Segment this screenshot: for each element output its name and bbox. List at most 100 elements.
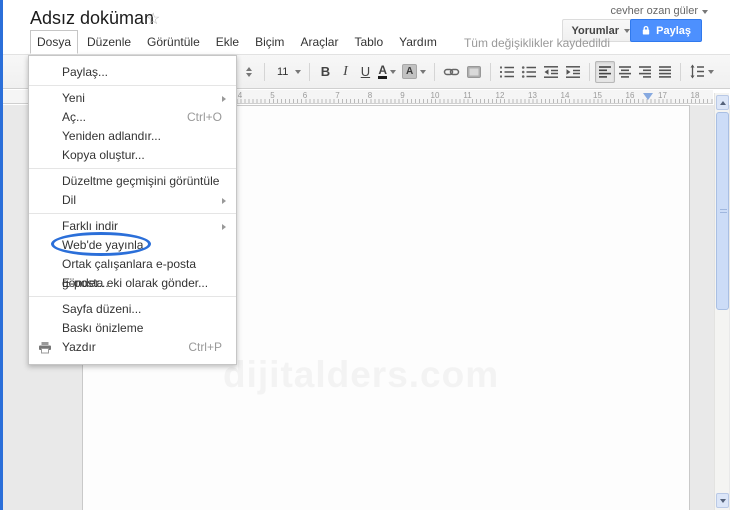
- file-menu-item-ortak-calisanlara-e-posta-gonder[interactable]: Ortak çalışanlara e-posta gönder...: [29, 255, 236, 290]
- star-icon[interactable]: ☆: [146, 9, 160, 29]
- menubar-item-araclar[interactable]: Araçlar: [293, 30, 345, 54]
- chevron-down-icon: [702, 10, 708, 14]
- file-menu-item-web-de-yayinla[interactable]: Web'de yayınla: [29, 232, 236, 256]
- account-name: cevher ozan güler: [610, 5, 698, 17]
- menubar-item-goruntule[interactable]: Görüntüle: [140, 30, 207, 54]
- file-menu-item-ac[interactable]: Aç... Ctrl+O: [29, 108, 236, 127]
- ruler-number: 10: [430, 91, 440, 100]
- ruler-number: 13: [528, 91, 537, 100]
- decrease-indent-button[interactable]: [540, 61, 562, 83]
- menu-separator: [29, 296, 236, 297]
- file-menu-item-label: E-posta eki olarak gönder...: [62, 276, 209, 290]
- link-icon: [443, 68, 460, 75]
- ruler-number: 5: [270, 91, 275, 100]
- numbered-list-button[interactable]: [496, 61, 518, 83]
- scroll-down-button[interactable]: [716, 493, 729, 508]
- chevron-down-icon: [708, 69, 715, 74]
- document-title[interactable]: Adsız doküman: [30, 8, 154, 29]
- menu-separator: [29, 85, 236, 86]
- bulleted-list-button[interactable]: [518, 61, 540, 83]
- google-docs-window: Adsız doküman ☆ cevher ozan güler Yoruml…: [0, 0, 730, 510]
- align-right-button[interactable]: [635, 61, 655, 83]
- submenu-arrow-icon: [222, 198, 226, 204]
- file-menu-item-label: Kopya oluştur...: [62, 148, 145, 162]
- file-menu-item-label: Düzeltme geçmişini görüntüle: [62, 174, 220, 188]
- menubar-item-bicim[interactable]: Biçim: [248, 30, 291, 54]
- toolbar-divider: [490, 62, 492, 81]
- file-menu-item-label: Paylaş...: [62, 65, 109, 79]
- insert-image-button[interactable]: [463, 61, 485, 83]
- underline-button[interactable]: U: [355, 61, 375, 83]
- italic-button[interactable]: I: [335, 61, 355, 83]
- menubar-item-tablo[interactable]: Tablo: [347, 30, 390, 54]
- chevron-up-icon: [246, 66, 252, 71]
- file-menu-item-label: Sayfa düzeni...: [62, 302, 142, 316]
- highlight-icon: A: [402, 64, 418, 79]
- file-menu-item-duzeltme-gecmisini-goruntule[interactable]: Düzeltme geçmişini görüntüle: [29, 172, 236, 191]
- scrollbar-grip: [720, 209, 727, 210]
- bold-button[interactable]: B: [315, 61, 335, 83]
- menubar-item-yardim[interactable]: Yardım: [392, 30, 444, 54]
- file-menu-item-label: Yeniden adlandır...: [62, 129, 161, 143]
- align-left-button[interactable]: [595, 60, 616, 83]
- screenshot-edge-strip: [0, 0, 3, 510]
- increase-indent-button[interactable]: [562, 61, 584, 83]
- align-left-icon: [599, 65, 612, 78]
- text-color-button[interactable]: A: [375, 61, 399, 83]
- file-menu-item-label: Dil: [62, 193, 76, 207]
- chevron-down-icon: [390, 69, 397, 74]
- header: Adsız doküman ☆ cevher ozan güler Yoruml…: [3, 0, 730, 55]
- ruler-number: 17: [658, 91, 667, 100]
- submenu-arrow-icon: [222, 224, 226, 230]
- chevron-up-icon: [719, 100, 726, 105]
- scroll-up-button[interactable]: [716, 95, 729, 110]
- file-menu-item-sayfa-duzeni[interactable]: Sayfa düzeni...: [29, 300, 236, 319]
- insert-link-button[interactable]: [440, 61, 463, 83]
- right-indent-marker[interactable]: [643, 93, 653, 100]
- file-menu-item-baski-onizleme[interactable]: Baskı önizleme: [29, 319, 236, 338]
- file-menu-item-label: Aç...: [62, 110, 87, 124]
- styles-dropdown-arrows[interactable]: [239, 61, 259, 83]
- align-center-button[interactable]: [615, 61, 635, 83]
- ruler-number: 9: [400, 91, 405, 100]
- file-menu-item-yazdir[interactable]: Yazdır Ctrl+P: [29, 338, 236, 357]
- chevron-down-icon: [719, 498, 726, 503]
- text-color-letter: A: [378, 63, 388, 79]
- file-menu-item-farkli-indir[interactable]: Farklı indir: [29, 217, 236, 236]
- submenu-arrow-icon: [222, 96, 226, 102]
- vertical-scrollbar[interactable]: [714, 93, 729, 510]
- menubar-item-dosya[interactable]: Dosya: [30, 30, 79, 54]
- menu-separator: [29, 213, 236, 214]
- outdent-icon: [544, 65, 559, 78]
- file-menu-item-yeniden-adlandir[interactable]: Yeniden adlandır...: [29, 127, 236, 146]
- highlight-color-button[interactable]: A: [399, 61, 429, 83]
- annotation-ellipse: [51, 232, 151, 256]
- align-justify-icon: [659, 65, 672, 78]
- file-menu-dropdown: Paylaş... Yeni Aç... Ctrl+O Yeniden adlandır…: [28, 55, 237, 365]
- file-menu-item-label: Baskı önizleme: [62, 321, 144, 335]
- ruler-number: 18: [690, 91, 700, 100]
- account-menu[interactable]: cevher ozan güler: [611, 5, 708, 17]
- align-justify-button[interactable]: [655, 61, 675, 83]
- watermark-text: dijitalders.com: [223, 354, 500, 395]
- chevron-down-icon: [246, 72, 252, 77]
- line-spacing-button[interactable]: [686, 61, 717, 83]
- menu-separator: [29, 168, 236, 169]
- menubar-item-ekle[interactable]: Ekle: [209, 30, 246, 54]
- file-menu-item-e-posta-eki-olarak-gonder[interactable]: E-posta eki olarak gönder...: [29, 274, 236, 293]
- scrollbar-thumb[interactable]: [716, 112, 729, 310]
- file-menu-item-label: Web'de yayınla: [51, 232, 151, 256]
- toolbar-divider: [264, 62, 265, 81]
- file-menu-item-yeni[interactable]: Yeni: [29, 89, 236, 108]
- ruler-number: 6: [302, 91, 308, 100]
- ruler-number: 12: [495, 91, 505, 100]
- menubar-item-duzenle[interactable]: Düzenle: [80, 30, 138, 54]
- numbered-list-icon: [500, 66, 515, 77]
- file-menu-item-dil[interactable]: Dil: [29, 191, 236, 210]
- ruler-number: 4: [237, 91, 243, 100]
- font-size-dropdown[interactable]: 11: [270, 61, 304, 83]
- ruler-number: 8: [367, 91, 373, 100]
- file-menu-item-kopya-olustur[interactable]: Kopya oluştur...: [29, 146, 236, 165]
- file-menu-item-paylas[interactable]: Paylaş...: [29, 63, 236, 82]
- menu-shortcut: Ctrl+P: [188, 340, 222, 354]
